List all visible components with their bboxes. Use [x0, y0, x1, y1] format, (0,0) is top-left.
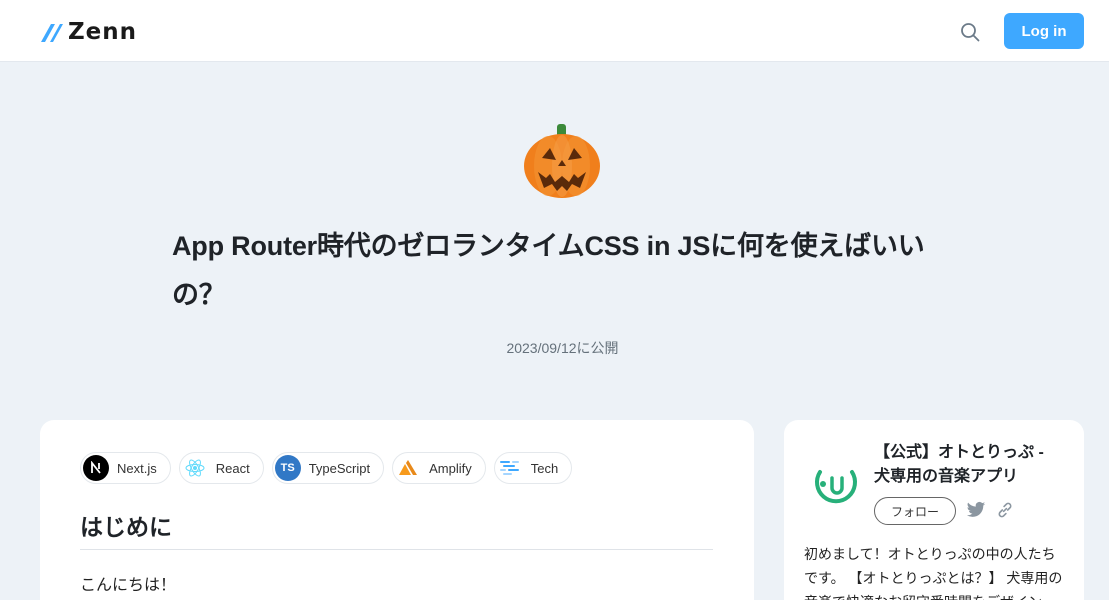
otoripp-logo-icon	[806, 454, 864, 512]
site-header: Zenn Log in	[0, 0, 1109, 62]
twitter-icon[interactable]	[966, 501, 986, 519]
article-content-card: Next.js React TS TypeScript Amplify Tech…	[40, 420, 754, 600]
logo-text: Zenn	[68, 19, 138, 45]
topic-list: Next.js React TS TypeScript Amplify Tech	[80, 452, 573, 484]
login-button[interactable]: Log in	[1004, 13, 1084, 49]
topic-label: Next.js	[117, 460, 157, 476]
search-icon	[961, 23, 980, 42]
topic-label: Amplify	[429, 460, 472, 476]
section-heading: はじめに	[80, 514, 172, 540]
jack-o-lantern-icon	[524, 124, 600, 198]
article-title: App Router時代のゼロランタイムCSS in JSに何を使えばいいの？	[172, 231, 925, 310]
topic-tech[interactable]: Tech	[493, 452, 573, 484]
typescript-icon: TS	[274, 455, 301, 481]
author-avatar[interactable]	[804, 452, 866, 514]
topic-typescript[interactable]: TS TypeScript	[271, 452, 385, 484]
nextjs-icon	[83, 455, 109, 481]
topic-react[interactable]: React	[178, 452, 264, 484]
topic-label: TypeScript	[308, 460, 371, 476]
topic-label: React	[215, 460, 250, 476]
follow-button[interactable]: フォロー	[874, 497, 956, 525]
author-bio: 初めまして！オトとりっぷの中の人たちです。 【オトとりっぷとは？】 犬専用の音楽…	[804, 546, 1063, 600]
published-date: 2023/09/12に公開	[506, 340, 619, 356]
zenn-logo-icon	[41, 24, 63, 42]
topic-nextjs[interactable]: Next.js	[80, 452, 171, 484]
section-divider	[80, 549, 713, 550]
article-emoji	[522, 122, 602, 202]
topic-amplify[interactable]: Amplify	[392, 452, 486, 484]
tech-icon	[497, 455, 523, 481]
author-name[interactable]: 【公式】オトとりっぷ - 犬専用の音楽アプリ	[874, 441, 1064, 489]
body-paragraph: こんにちは！	[80, 577, 177, 594]
topic-label: Tech	[530, 460, 559, 476]
zenn-logo[interactable]: Zenn	[40, 19, 138, 45]
react-icon	[182, 455, 208, 481]
amplify-icon	[395, 455, 421, 481]
author-card: 【公式】オトとりっぷ - 犬専用の音楽アプリ フォロー 初めまして！オトとりっぷ…	[784, 420, 1084, 600]
link-icon[interactable]	[996, 501, 1014, 519]
search-button[interactable]	[958, 20, 982, 44]
